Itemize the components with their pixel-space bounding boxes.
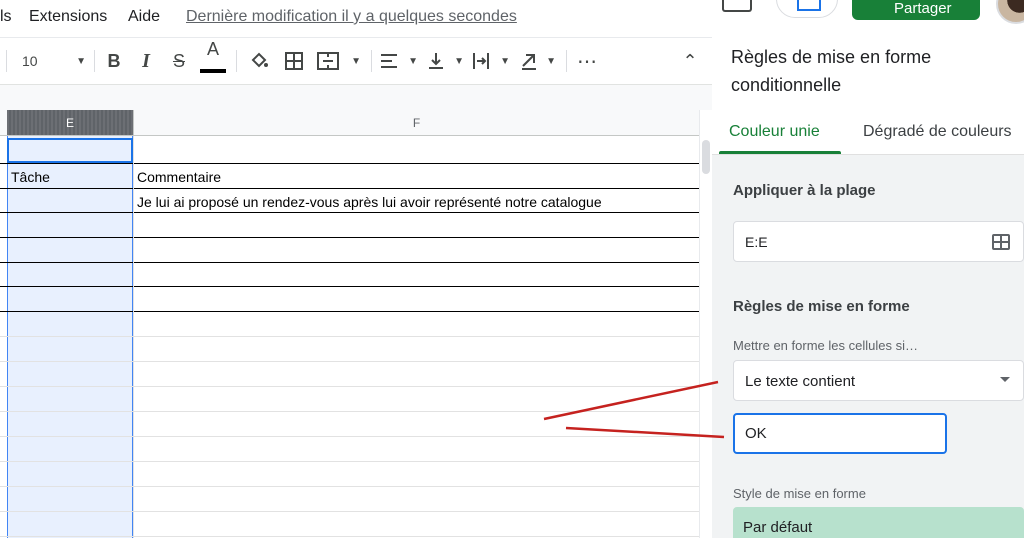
toolbar-divider bbox=[6, 50, 7, 72]
menu-item-tools[interactable]: ls bbox=[0, 8, 12, 26]
toolbar-divider bbox=[566, 50, 567, 72]
horizontal-align-icon[interactable]: ▼ bbox=[380, 47, 418, 75]
avatar[interactable] bbox=[996, 0, 1024, 24]
strikethrough-button[interactable]: S bbox=[167, 47, 191, 75]
row-divider bbox=[0, 163, 699, 164]
text-color-indicator bbox=[200, 69, 226, 73]
row-divider bbox=[0, 311, 699, 312]
range-value: E:E bbox=[745, 234, 768, 250]
spreadsheet-grid: E F Tâche Commentaire Je lui ai proposé … bbox=[0, 84, 712, 538]
format-rules-label: Règles de mise en forme bbox=[733, 298, 910, 315]
text-wrapping-icon[interactable]: ▼ bbox=[472, 47, 510, 75]
selected-column-e[interactable] bbox=[7, 136, 133, 538]
row-divider bbox=[0, 361, 699, 362]
merge-cells-icon[interactable]: ▼ bbox=[317, 47, 361, 75]
row-divider bbox=[0, 212, 699, 213]
font-size-select[interactable]: 10 ▼ bbox=[22, 47, 86, 75]
column-header-e[interactable]: E bbox=[7, 110, 133, 136]
row-divider bbox=[0, 386, 699, 387]
menu-item-help[interactable]: Aide bbox=[128, 8, 160, 26]
range-field[interactable]: E:E bbox=[733, 221, 1024, 262]
share-button[interactable]: Partager bbox=[852, 0, 980, 20]
share-button-label: Partager bbox=[894, 0, 952, 17]
row-divider bbox=[0, 286, 699, 287]
chevron-down-icon: ▼ bbox=[454, 55, 464, 67]
last-modified-link[interactable]: Dernière modification il y a quelques se… bbox=[186, 8, 517, 26]
more-options-icon[interactable]: ⋯ bbox=[574, 47, 600, 75]
select-all-corner[interactable] bbox=[0, 110, 7, 136]
vertical-scrollbar[interactable] bbox=[699, 110, 712, 538]
cell-f-comment[interactable]: Je lui ai proposé un rendez-vous après l… bbox=[137, 194, 602, 210]
toolbar-divider bbox=[94, 50, 95, 72]
toolbar-divider bbox=[236, 50, 237, 72]
menu-bar: ls Extensions Aide Dernière modification… bbox=[0, 0, 1024, 36]
formula-bar-area bbox=[0, 84, 712, 110]
conditional-formatting-panel: Règles de mise en forme conditionnelle C… bbox=[712, 37, 1024, 538]
text-color-button[interactable]: A bbox=[200, 35, 226, 63]
chevron-down-icon: ▼ bbox=[500, 55, 510, 67]
condition-select[interactable]: Le texte contient bbox=[733, 360, 1024, 401]
font-size-value: 10 bbox=[22, 53, 38, 69]
vertical-align-icon[interactable]: ▼ bbox=[428, 47, 464, 75]
panel-tabs: Couleur unie Dégradé de couleurs bbox=[712, 107, 1024, 155]
cell-f-header[interactable]: Commentaire bbox=[137, 169, 221, 185]
collapse-toolbar-icon[interactable]: ⌃ bbox=[678, 47, 702, 75]
text-rotation-icon[interactable]: ▼ bbox=[520, 47, 556, 75]
row-divider bbox=[0, 486, 699, 487]
condition-value: Le texte contient bbox=[745, 373, 856, 390]
format-style-preview[interactable]: Par défaut bbox=[733, 507, 1024, 538]
row-divider bbox=[0, 262, 699, 263]
format-style-value: Par défaut bbox=[743, 519, 813, 536]
bold-button[interactable]: B bbox=[102, 47, 126, 75]
row-divider bbox=[0, 237, 699, 238]
chevron-down-icon: ▼ bbox=[546, 55, 556, 67]
borders-icon[interactable] bbox=[281, 47, 307, 75]
chevron-down-icon bbox=[1000, 377, 1010, 382]
italic-button[interactable]: I bbox=[134, 47, 158, 75]
scrollbar-thumb[interactable] bbox=[702, 140, 710, 174]
formatting-toolbar: 10 ▼ B I S A ▼ ▼ ▼ ▼ ▼ ⋯ ⌃ bbox=[0, 37, 712, 83]
menu-item-extensions[interactable]: Extensions bbox=[29, 8, 107, 26]
format-style-label: Style de mise en forme bbox=[733, 486, 866, 501]
cell-e-header[interactable]: Tâche bbox=[11, 169, 50, 185]
toolbar-divider bbox=[371, 50, 372, 72]
row-divider bbox=[0, 511, 699, 512]
chevron-down-icon: ▼ bbox=[351, 55, 361, 67]
condition-label: Mettre en forme les cellules si… bbox=[733, 338, 918, 353]
tab-color-scale[interactable]: Dégradé de couleurs bbox=[863, 123, 1012, 141]
chevron-down-icon: ▼ bbox=[76, 55, 86, 67]
active-tab-indicator bbox=[719, 151, 841, 154]
fill-color-icon[interactable] bbox=[246, 47, 272, 75]
apply-range-label: Appliquer à la plage bbox=[733, 182, 876, 199]
comment-history-icon[interactable] bbox=[722, 0, 752, 12]
chevron-down-icon: ▼ bbox=[408, 55, 418, 67]
row-divider bbox=[0, 436, 699, 437]
row-divider bbox=[0, 336, 699, 337]
condition-value-input[interactable] bbox=[733, 413, 947, 454]
panel-title: Règles de mise en forme conditionnelle bbox=[731, 47, 932, 95]
tab-single-color[interactable]: Couleur unie bbox=[729, 123, 820, 141]
row-divider bbox=[0, 461, 699, 462]
meet-present-icon[interactable] bbox=[776, 0, 838, 18]
row-divider bbox=[0, 188, 699, 189]
row-divider bbox=[0, 411, 699, 412]
panel-header: Règles de mise en forme conditionnelle bbox=[712, 37, 1024, 107]
select-range-icon[interactable] bbox=[992, 234, 1010, 250]
column-divider bbox=[133, 136, 134, 538]
column-header-f[interactable]: F bbox=[133, 110, 699, 136]
row-divider bbox=[0, 536, 699, 537]
active-cell[interactable] bbox=[7, 138, 133, 163]
